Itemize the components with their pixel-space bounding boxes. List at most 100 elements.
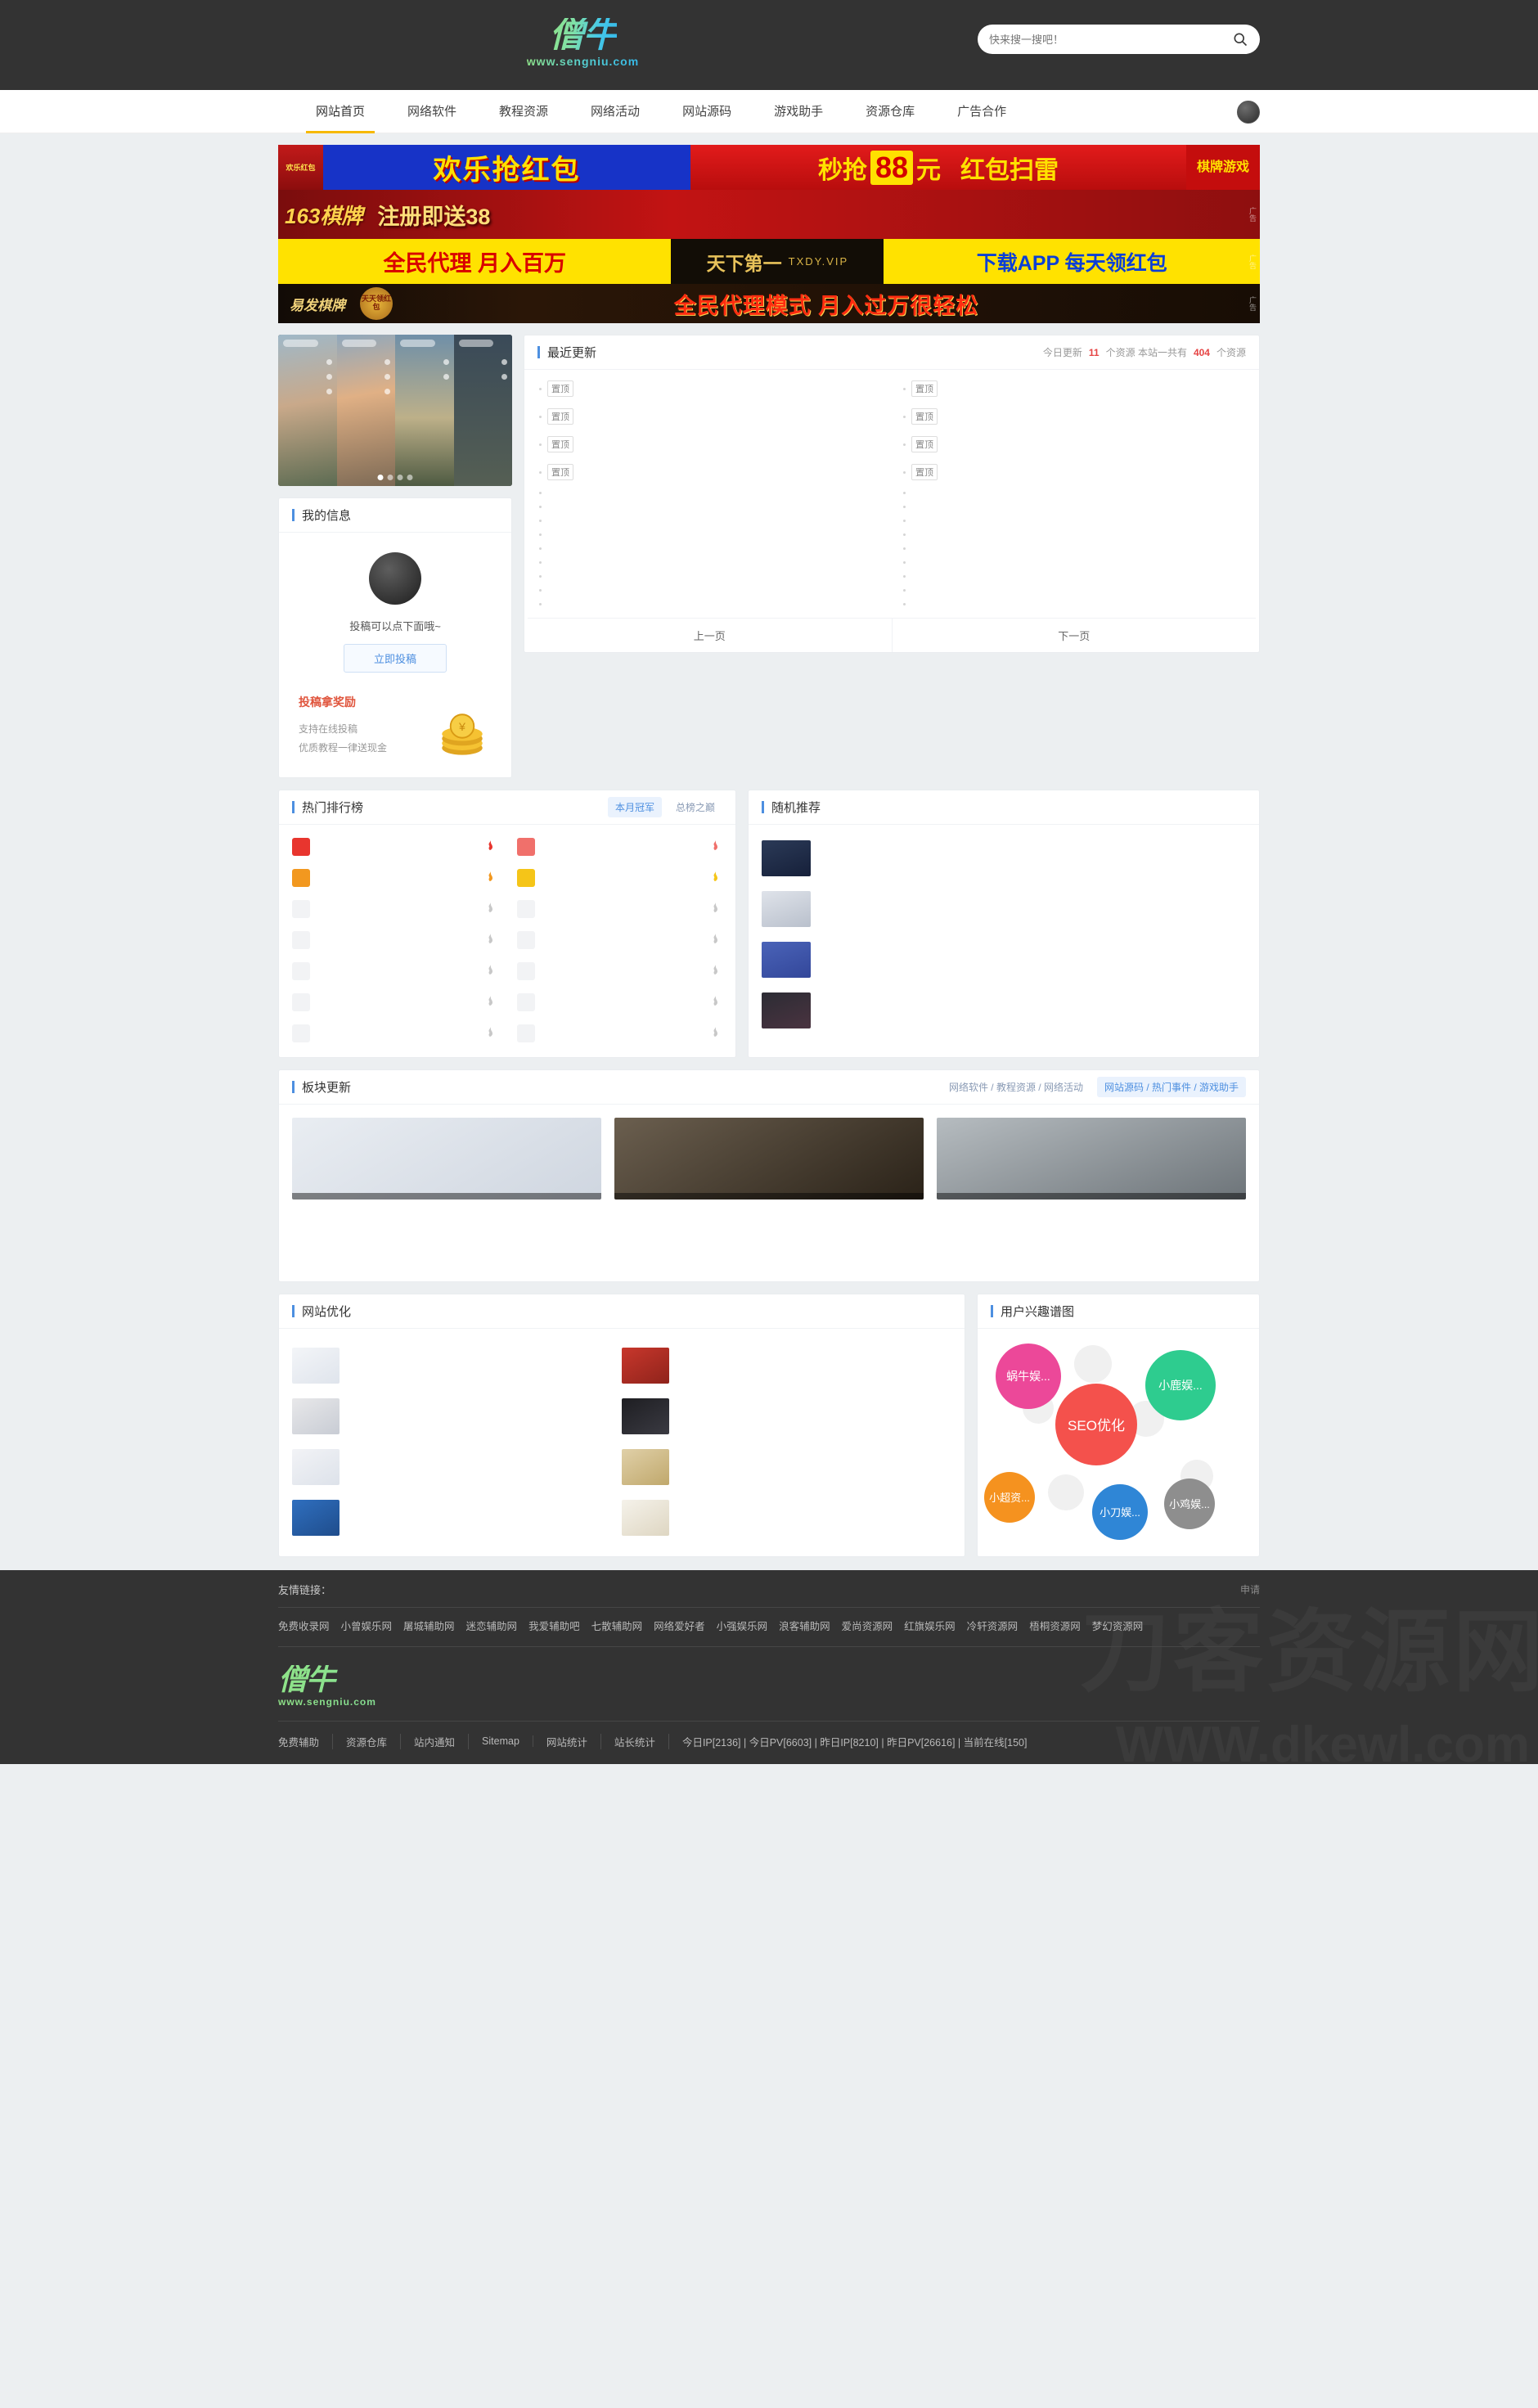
friendly-link[interactable]: 网络爱好者 (654, 1618, 705, 1633)
rank-row[interactable] (507, 862, 732, 893)
list-item[interactable]: 置顶 (528, 430, 892, 458)
list-item[interactable] (292, 1442, 622, 1492)
list-item[interactable] (528, 542, 892, 556)
rank-row[interactable] (507, 893, 732, 925)
list-item[interactable] (892, 583, 1256, 597)
prev-page-button[interactable]: 上一页 (528, 619, 893, 652)
rank-row[interactable] (507, 925, 732, 956)
ad-banner-4[interactable]: 易发棋牌 天天领红包 全民代理模式 月入过万很轻松 广告 (278, 284, 1260, 323)
board-row[interactable] (614, 1216, 924, 1227)
list-item[interactable] (762, 985, 1246, 1036)
site-logo[interactable]: 僧牛 www.sengniu.com (495, 8, 671, 78)
friendly-link[interactable]: 小强娱乐网 (717, 1618, 768, 1633)
board-row[interactable] (292, 1262, 601, 1273)
bubble-tag[interactable]: 小鹿娱... (1145, 1349, 1216, 1420)
rank-row[interactable] (282, 925, 507, 956)
list-item[interactable]: 置顶 (892, 403, 1256, 430)
friendly-link[interactable]: 七散辅助网 (591, 1618, 643, 1633)
list-item[interactable] (892, 486, 1256, 500)
board-row[interactable] (614, 1250, 924, 1262)
board-row[interactable] (937, 1216, 1246, 1227)
list-item[interactable] (528, 514, 892, 528)
friendly-link[interactable]: 爱尚资源网 (842, 1618, 893, 1633)
board-thumbnail[interactable] (614, 1117, 924, 1199)
friendly-link[interactable]: 屠城辅助网 (403, 1618, 455, 1633)
list-item[interactable] (892, 556, 1256, 569)
submit-article-button[interactable]: 立即投稿 (343, 644, 447, 673)
list-item[interactable] (622, 1442, 951, 1492)
board-row[interactable] (937, 1250, 1246, 1262)
board-row[interactable] (614, 1204, 924, 1216)
list-item[interactable] (528, 569, 892, 583)
search-icon[interactable] (1232, 31, 1248, 47)
bubble-tag[interactable]: 蜗牛娱... (996, 1343, 1061, 1409)
nav-item-software[interactable]: 网络软件 (386, 90, 478, 133)
rank-tab-all[interactable]: 总榜之巅 (668, 797, 722, 817)
board-row[interactable] (292, 1227, 601, 1239)
nav-item-game-helper[interactable]: 游戏助手 (753, 90, 844, 133)
footer-logo[interactable]: 僧牛 www.sengniu.com (278, 1647, 1260, 1721)
friendly-link[interactable]: 冷轩资源网 (967, 1618, 1019, 1633)
footer-link[interactable]: 资源仓库 (333, 1733, 402, 1749)
nav-item-home[interactable]: 网站首页 (295, 90, 386, 133)
nav-item-source[interactable]: 网站源码 (661, 90, 753, 133)
board-row[interactable] (937, 1227, 1246, 1239)
bubble-tag[interactable]: 小鸡娱... (1164, 1478, 1215, 1529)
board-row[interactable] (614, 1239, 924, 1250)
list-item[interactable] (892, 500, 1256, 514)
rank-row[interactable] (507, 987, 732, 1018)
footer-link[interactable]: Sitemap (469, 1735, 533, 1748)
board-row[interactable] (292, 1204, 601, 1216)
rank-row[interactable] (282, 1018, 507, 1049)
slider-dots[interactable] (377, 475, 413, 480)
list-item[interactable] (528, 583, 892, 597)
list-item[interactable] (528, 500, 892, 514)
ad-banner-2[interactable]: 163棋牌 注册即送38 广告 (278, 190, 1260, 239)
board-row[interactable] (292, 1250, 601, 1262)
avatar[interactable] (1237, 100, 1260, 124)
rank-row[interactable] (282, 831, 507, 862)
rank-row[interactable] (282, 987, 507, 1018)
friendly-link[interactable]: 小曾娱乐网 (341, 1618, 393, 1633)
friendly-link[interactable]: 红旗娱乐网 (904, 1618, 956, 1633)
next-page-button[interactable]: 下一页 (893, 619, 1257, 652)
list-item[interactable] (892, 542, 1256, 556)
board-thumbnail[interactable] (292, 1117, 601, 1199)
board-row[interactable] (292, 1239, 601, 1250)
rank-row[interactable] (507, 1018, 732, 1049)
rank-tab-month[interactable]: 本月冠军 (607, 796, 662, 817)
search-box[interactable] (978, 25, 1260, 54)
list-item[interactable] (892, 569, 1256, 583)
nav-item-warehouse[interactable]: 资源仓库 (844, 90, 936, 133)
friendly-link[interactable]: 我爱辅助吧 (528, 1618, 580, 1633)
nav-item-activities[interactable]: 网络活动 (569, 90, 661, 133)
bubble-tag[interactable]: 小超资... (984, 1471, 1035, 1523)
rank-row[interactable] (507, 956, 732, 987)
rank-row[interactable] (507, 831, 732, 862)
list-item[interactable] (892, 514, 1256, 528)
list-item[interactable]: 置顶 (528, 403, 892, 430)
list-item[interactable] (622, 1492, 951, 1543)
slider-image-1[interactable] (278, 335, 337, 486)
slider-image-3[interactable] (395, 335, 454, 486)
footer-link[interactable]: 免费辅助 (278, 1733, 334, 1749)
list-item[interactable] (622, 1340, 951, 1391)
list-item[interactable]: 置顶 (892, 458, 1256, 486)
search-input[interactable] (989, 33, 1232, 46)
bubble-tag[interactable]: 小刀娱... (1092, 1483, 1148, 1540)
nav-item-tutorials[interactable]: 教程资源 (478, 90, 569, 133)
list-item[interactable] (762, 833, 1246, 884)
friendly-link[interactable]: 浪客辅助网 (779, 1618, 830, 1633)
list-item[interactable] (528, 486, 892, 500)
ad-banner-3[interactable]: 全民代理 月入百万 天下第一 TXDY.VIP 下载APP 每天领红包 广告 (278, 239, 1260, 284)
bubble-tag[interactable]: SEO优化 (1055, 1383, 1137, 1465)
footer-link[interactable]: 站内通知 (401, 1733, 470, 1749)
rank-row[interactable] (282, 893, 507, 925)
list-item[interactable] (892, 528, 1256, 542)
list-item[interactable] (292, 1340, 622, 1391)
friendly-link[interactable]: 免费收录网 (278, 1618, 330, 1633)
apply-link-button[interactable]: 申请 (1240, 1582, 1260, 1596)
rank-row[interactable] (282, 862, 507, 893)
slider-image-2[interactable] (336, 335, 395, 486)
rank-row[interactable] (282, 956, 507, 987)
